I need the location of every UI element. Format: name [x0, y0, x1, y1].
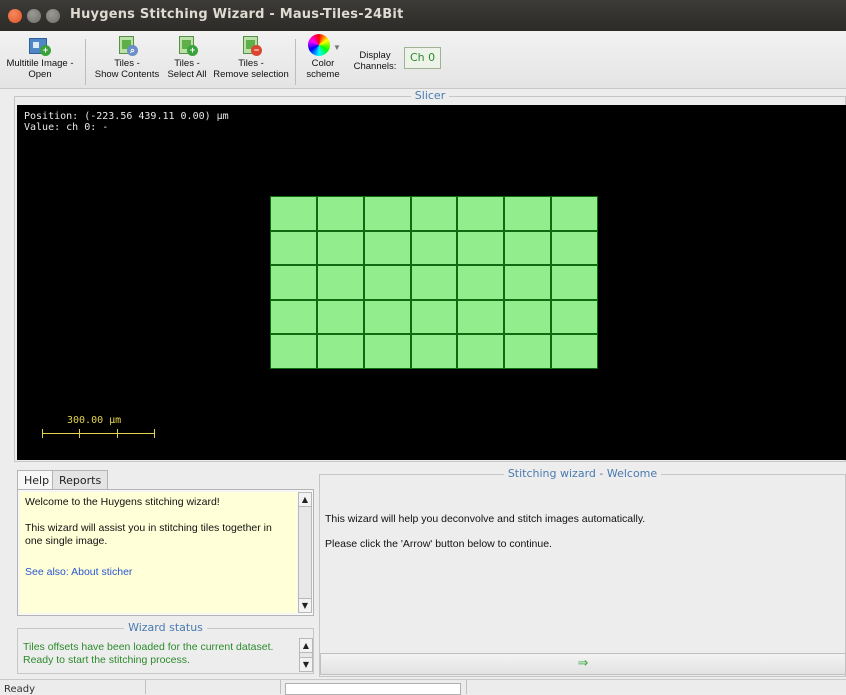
tile[interactable] — [364, 300, 410, 334]
tab-reports[interactable]: Reports — [52, 470, 109, 490]
tile[interactable] — [552, 335, 597, 368]
tile[interactable] — [317, 300, 363, 334]
tile[interactable] — [364, 197, 410, 230]
color-wheel-icon: ▼ — [304, 34, 342, 56]
tile[interactable] — [364, 335, 410, 368]
tile[interactable] — [364, 231, 410, 265]
tile[interactable] — [271, 197, 316, 230]
tile[interactable] — [271, 300, 316, 334]
tiles-show-contents-button[interactable]: ⌕ Tiles - Show Contents — [94, 34, 160, 80]
status-scrollbar[interactable]: ▲ ▼ — [299, 638, 313, 672]
tile[interactable] — [458, 266, 504, 299]
scroll-up-icon[interactable]: ▲ — [300, 639, 312, 653]
multitile-open-icon: + — [29, 34, 51, 56]
tile[interactable] — [505, 300, 551, 334]
stitching-wizard-group: Stitching wizard - Welcome This wizard w… — [319, 467, 846, 677]
tile[interactable] — [317, 335, 363, 368]
slicer-title: Slicer — [410, 89, 450, 102]
value-readout: Value: ch 0: - — [24, 122, 109, 133]
maximize-window-icon[interactable] — [46, 9, 60, 23]
wizard-status-text: Tiles offsets have been loaded for the c… — [23, 641, 274, 666]
status-bar: Ready — [0, 679, 846, 695]
wizard-status-title: Wizard status — [124, 621, 207, 634]
tile[interactable] — [458, 300, 504, 334]
toolbar: + Multitile Image - Open ⌕ Tiles - Show … — [0, 31, 846, 89]
tile[interactable] — [317, 266, 363, 299]
tile[interactable] — [458, 197, 504, 230]
scroll-down-icon[interactable]: ▼ — [299, 598, 311, 612]
toolbar-separator — [295, 39, 296, 85]
tile[interactable] — [271, 335, 316, 368]
tile[interactable] — [317, 197, 363, 230]
tiles-show-icon: ⌕ — [116, 34, 138, 56]
wizard-status-group: Wizard status Tiles offsets have been lo… — [17, 621, 314, 674]
chevron-down-icon: ▼ — [333, 43, 341, 52]
multitile-open-button[interactable]: + Multitile Image - Open — [2, 34, 78, 80]
tiles-remove-icon: − — [240, 34, 262, 56]
help-scrollbar[interactable]: ▲ ▼ — [298, 492, 312, 613]
tile[interactable] — [271, 266, 316, 299]
status-bar-field — [285, 683, 461, 695]
title-bar: Huygens Stitching Wizard - Maus-Tiles-24… — [0, 0, 846, 31]
wizard-title: Stitching wizard - Welcome — [503, 467, 662, 480]
channel-0-button[interactable]: Ch 0 — [404, 47, 442, 69]
status-bar-text: Ready — [4, 684, 36, 695]
tile[interactable] — [552, 231, 597, 265]
tile[interactable] — [411, 231, 457, 265]
toolbar-separator — [85, 39, 86, 85]
tile[interactable] — [552, 197, 597, 230]
tiles-select-all-button[interactable]: + Tiles - Select All — [164, 34, 210, 80]
help-text: Welcome to the Huygens stitching wizard!… — [20, 492, 297, 613]
scale-bar-label: 300.00 µm — [67, 415, 122, 426]
tiles-remove-selection-button[interactable]: − Tiles - Remove selection — [213, 34, 289, 80]
tile[interactable] — [552, 300, 597, 334]
color-scheme-button[interactable]: ▼ Color scheme — [301, 34, 345, 80]
next-arrow-button[interactable]: ⇒ — [320, 653, 846, 675]
tile[interactable] — [505, 335, 551, 368]
tile[interactable] — [364, 266, 410, 299]
help-welcome: Welcome to the Huygens stitching wizard! — [25, 496, 220, 508]
tile[interactable] — [552, 266, 597, 299]
tile[interactable] — [411, 266, 457, 299]
tile[interactable] — [411, 300, 457, 334]
tile[interactable] — [271, 231, 316, 265]
window-title: Huygens Stitching Wizard - Maus-Tiles-24… — [70, 7, 404, 22]
about-stitcher-link[interactable]: See also: About sticher — [25, 566, 132, 578]
tile-grid[interactable] — [270, 196, 598, 369]
slicer-readout: Position: (-223.56 439.11 0.00) µm Value… — [24, 111, 229, 133]
tile[interactable] — [411, 197, 457, 230]
slicer-viewport[interactable]: Position: (-223.56 439.11 0.00) µm Value… — [17, 105, 846, 460]
tab-help[interactable]: Help — [17, 470, 57, 491]
minimize-window-icon[interactable] — [27, 9, 41, 23]
close-window-icon[interactable] — [8, 9, 22, 23]
display-channels-label: Display Channels: — [353, 50, 397, 72]
tiles-select-icon: + — [176, 34, 198, 56]
tile[interactable] — [411, 335, 457, 368]
help-pane: Welcome to the Huygens stitching wizard!… — [17, 489, 314, 616]
wizard-text: This wizard will help you deconvolve and… — [325, 513, 646, 550]
scroll-up-icon[interactable]: ▲ — [299, 493, 311, 507]
position-readout: Position: (-223.56 439.11 0.00) µm — [24, 111, 229, 122]
tile[interactable] — [458, 335, 504, 368]
tile[interactable] — [505, 197, 551, 230]
tile[interactable] — [505, 266, 551, 299]
tile[interactable] — [505, 231, 551, 265]
scroll-down-icon[interactable]: ▼ — [300, 657, 312, 671]
tile[interactable] — [317, 231, 363, 265]
tile[interactable] — [458, 231, 504, 265]
help-description: This wizard will assist you in stitching… — [25, 522, 272, 547]
